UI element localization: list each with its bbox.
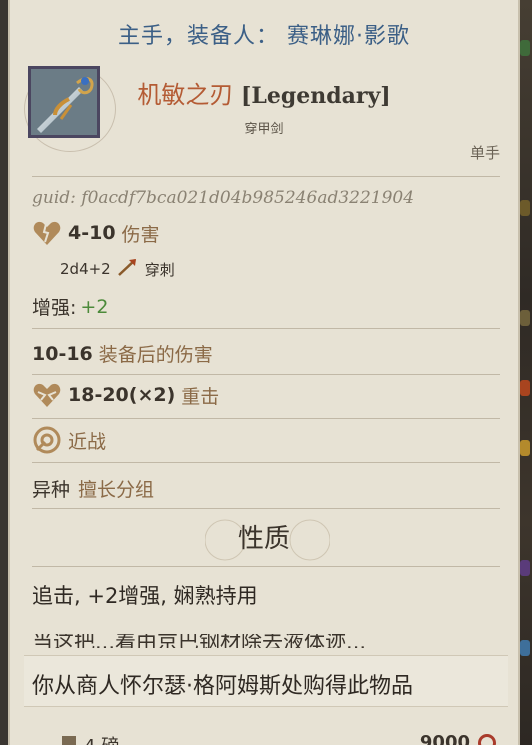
strip-gem-icon bbox=[520, 200, 530, 216]
weapon-group-label: 擅长分组 bbox=[78, 479, 155, 501]
properties-description-cutoff: 当这把...着由京巴钢材除去液体迹... bbox=[32, 634, 367, 648]
critical-label: 重击 bbox=[181, 385, 220, 408]
piercing-arrow-icon bbox=[117, 257, 139, 281]
hand-type: 单手 bbox=[469, 144, 500, 162]
range-label: 近战 bbox=[68, 430, 107, 453]
equipped-damage-value: 10-16 bbox=[32, 342, 93, 365]
divider bbox=[32, 418, 500, 419]
divider bbox=[32, 176, 500, 177]
range-row: 近战 bbox=[32, 425, 500, 455]
item-tooltip: 主手，装备人： 赛琳娜·影歌 机敏之刃 [Legendary] 穿甲剑 单手 g… bbox=[8, 0, 520, 745]
strip-gem-icon bbox=[520, 640, 530, 656]
divider bbox=[32, 328, 500, 329]
critical-heart-icon bbox=[32, 380, 62, 410]
melee-target-icon bbox=[32, 425, 62, 455]
enhancement-row: 增强: +2 bbox=[32, 293, 500, 320]
equip-slot-title: 主手，装备人： 赛琳娜·影歌 bbox=[118, 24, 410, 49]
divider bbox=[32, 462, 500, 463]
damage-dice: 2d4+2 bbox=[60, 260, 111, 278]
enhancement-label: 增强: bbox=[32, 297, 77, 319]
item-type: 穿甲剑 bbox=[244, 122, 284, 137]
item-rarity: [Legendary] bbox=[240, 83, 391, 109]
item-name: 机敏之刃 [Legendary] bbox=[10, 75, 518, 110]
damage-type: 穿刺 bbox=[144, 260, 175, 279]
enhancement-value: +2 bbox=[80, 295, 109, 318]
critical-value: 18-20(×2) bbox=[68, 384, 176, 406]
equipped-damage-label: 装备后的伤害 bbox=[98, 344, 213, 366]
background-ui-strip bbox=[518, 0, 532, 745]
strip-gem-icon bbox=[520, 440, 530, 456]
coin-icon bbox=[478, 734, 496, 745]
damage-heart-icon bbox=[32, 218, 62, 248]
damage-row: 4-10 伤害 bbox=[32, 218, 500, 248]
strip-gem-icon bbox=[520, 380, 530, 396]
strip-gem-icon bbox=[520, 310, 530, 326]
strip-gem-icon bbox=[520, 560, 530, 576]
weapon-group-prefix: 异种 bbox=[32, 479, 71, 501]
critical-row: 18-20(×2) 重击 bbox=[32, 380, 500, 410]
properties-title: 性质 bbox=[237, 524, 290, 554]
item-footer: 4 磅 9000 bbox=[32, 728, 500, 745]
weight-icon bbox=[62, 736, 76, 745]
weapon-group-row: 异种 擅长分组 bbox=[32, 475, 500, 502]
purchase-info: 你从商人怀尔瑟·格阿姆斯处购得此物品 bbox=[32, 674, 413, 699]
equipped-damage-row: 10-16 装备后的伤害 bbox=[32, 340, 500, 367]
damage-value: 4-10 bbox=[68, 222, 116, 244]
strip-gem-icon bbox=[520, 40, 530, 56]
divider bbox=[32, 374, 500, 375]
damage-label: 伤害 bbox=[121, 223, 160, 246]
item-price: 9000 bbox=[419, 732, 470, 745]
item-name-text: 机敏之刃 bbox=[137, 81, 234, 109]
item-guid: guid: f0acdf7bca021d04b985246ad3221904 bbox=[32, 188, 415, 208]
divider bbox=[32, 566, 500, 567]
properties-list: 追击, +2增强, 娴熟持用 bbox=[32, 584, 258, 608]
damage-dice-row: 2d4+2 穿刺 bbox=[60, 257, 175, 281]
item-weight: 4 磅 bbox=[84, 732, 119, 745]
